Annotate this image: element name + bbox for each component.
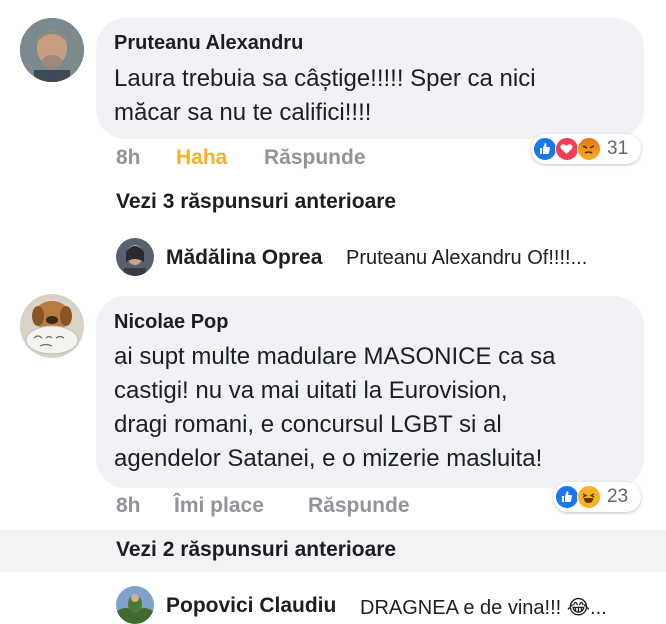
- like-button[interactable]: Îmi place: [174, 494, 264, 518]
- avatar[interactable]: [20, 294, 84, 358]
- haha-reaction-icon: [577, 485, 601, 509]
- comment-author[interactable]: Pruteanu Alexandru: [114, 32, 303, 55]
- comment-time[interactable]: 8h: [116, 494, 141, 518]
- reply-author[interactable]: Mădălina Oprea: [166, 246, 322, 270]
- comment-bubble: Nicolae Pop ai supt multe madulare MASON…: [96, 296, 644, 488]
- reaction-summary[interactable]: 31: [531, 134, 641, 164]
- dog-photo-icon: [20, 294, 84, 358]
- angry-reaction-icon: [577, 137, 601, 161]
- reaction-summary[interactable]: 23: [553, 482, 641, 512]
- reply-button[interactable]: Răspunde: [308, 494, 410, 518]
- avatar[interactable]: [20, 18, 84, 82]
- reply-preview-text[interactable]: Pruteanu Alexandru Of!!!!...: [346, 247, 587, 270]
- like-reaction-icon: [555, 485, 579, 509]
- reply-author[interactable]: Popovici Claudiu: [166, 594, 336, 618]
- reply-button[interactable]: Răspunde: [264, 146, 366, 170]
- view-previous-replies[interactable]: Vezi 3 răspunsuri anterioare: [116, 190, 396, 214]
- comment-author[interactable]: Nicolae Pop: [114, 311, 228, 334]
- profile-photo-icon: [116, 586, 154, 624]
- love-reaction-icon: [555, 137, 579, 161]
- view-previous-replies[interactable]: Vezi 2 răspunsuri anterioare: [116, 538, 396, 562]
- reaction-count: 31: [607, 138, 629, 159]
- comment-bubble: Pruteanu Alexandru Laura trebuia sa câșt…: [96, 18, 644, 139]
- comment-time[interactable]: 8h: [116, 146, 141, 170]
- haha-reaction-button[interactable]: Haha: [176, 146, 227, 170]
- profile-photo-icon: [116, 238, 154, 276]
- reply-preview-text[interactable]: DRAGNEA e de vina!!! 😂...: [360, 595, 607, 620]
- profile-photo-icon: [20, 18, 84, 82]
- comment-text: Laura trebuia sa câștige!!!!! Sper ca ni…: [114, 65, 536, 126]
- avatar[interactable]: [116, 586, 154, 624]
- comment-text: ai supt multe madulare MASONICE ca sa ca…: [114, 343, 556, 472]
- avatar[interactable]: [116, 238, 154, 276]
- reaction-count: 23: [607, 486, 629, 507]
- like-reaction-icon: [533, 137, 557, 161]
